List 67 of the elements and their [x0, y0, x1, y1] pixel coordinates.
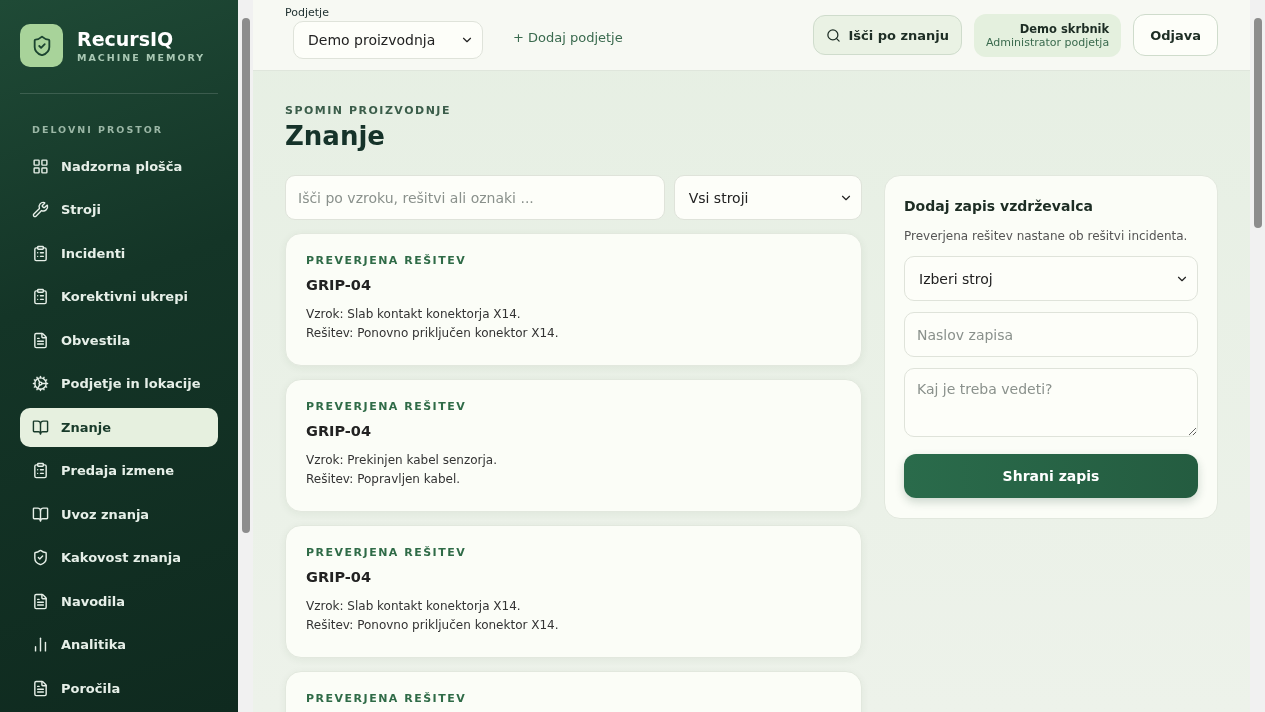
card-title: GRIP-04	[306, 569, 373, 585]
title-field[interactable]: Naslov zapisa	[904, 312, 1198, 357]
card-tag: PREVERJENA REŠITEV	[306, 254, 841, 267]
logout-button[interactable]: Odjava	[1133, 14, 1218, 56]
form-title: Dodaj zapis vzdrževalca	[904, 198, 1094, 214]
search-button[interactable]: Išči po znanju	[813, 15, 963, 55]
clipboard-icon	[32, 288, 49, 306]
nav-item[interactable]: Nadzorna plošča	[20, 147, 218, 186]
document-icon	[32, 331, 49, 349]
brand-name: RecursIQ	[77, 28, 175, 50]
add-company-link[interactable]: + Dodaj podjetje	[513, 29, 623, 45]
nav-item[interactable]: Podjetje in lokacije	[20, 364, 218, 404]
card-solution: Rešitev: Popravljen kabel.	[306, 471, 462, 488]
nav-item[interactable]: Poročila	[20, 668, 218, 708]
card-tag: PREVERJENA REŠITEV	[306, 692, 841, 705]
card-solution: Rešitev: Ponovno priključen konektor X14.	[306, 325, 560, 342]
gear-icon	[32, 375, 49, 393]
bar-chart-icon	[32, 636, 49, 654]
nav-item[interactable]: Incidenti	[20, 233, 218, 273]
company-label: Podjetje	[285, 5, 330, 19]
search-field[interactable]: Išči po vzroku, rešitvi ali oznaki ...	[285, 175, 665, 220]
page-eyebrow: SPOMIN PROIZVODNJE	[285, 104, 452, 117]
card-tag: PREVERJENA REŠITEV	[306, 546, 841, 559]
card-title: GRIP-04	[306, 423, 373, 439]
machine-filter[interactable]: Vsi stroji	[673, 175, 862, 220]
logo-icon	[20, 24, 63, 67]
user-name: Demo skrbnik	[1019, 21, 1110, 36]
nav-item[interactable]: Kakovost znanja	[20, 538, 218, 578]
nav-item[interactable]: Uvoz znanja	[20, 494, 218, 534]
document-icon	[32, 679, 49, 697]
knowledge-card[interactable]: PREVERJENA REŠITEV GRIP-04 Vzrok: Prekinjen kabel senzorja. Rešitev: Popravljen kabel.	[285, 379, 862, 512]
clipboard-icon	[32, 244, 49, 262]
form-hint: Preverjena rešitev nastane ob rešitvi incidenta.	[904, 229, 1189, 243]
card-cause: Vzrok: Prekinjen kabel senzorja.	[306, 452, 498, 469]
book-icon	[32, 418, 49, 436]
brand-tagline: MACHINE MEMORY	[77, 52, 206, 63]
grid-icon	[32, 158, 49, 175]
nav-item[interactable]: Stroji	[20, 190, 218, 230]
company-select[interactable]: Demo proizvodnja	[293, 20, 483, 59]
nav-item[interactable]: Znanje	[20, 407, 218, 447]
knowledge-card[interactable]: PREVERJENA REŠITEV	[285, 671, 862, 712]
nav-item[interactable]: Obvestila	[20, 320, 218, 360]
scrollbar[interactable]	[238, 0, 253, 712]
clipboard-icon	[32, 462, 49, 480]
shield-icon	[32, 549, 49, 567]
card-solution: Rešitev: Ponovno priključen konektor X14.	[306, 617, 560, 634]
wrench-icon	[32, 201, 49, 219]
book-icon	[32, 505, 49, 523]
nav-item[interactable]: Korektivni ukrepi	[20, 277, 218, 317]
scrollbar[interactable]	[1250, 0, 1265, 712]
search-icon	[826, 27, 842, 43]
knowledge-card[interactable]: PREVERJENA REŠITEV GRIP-04 Vzrok: Slab kontakt konektorja X14. Rešitev: Ponovno priključen konektor X14.	[285, 233, 862, 366]
nav-item[interactable]: Analitika	[20, 625, 218, 665]
card-cause: Vzrok: Slab kontakt konektorja X14.	[306, 598, 522, 615]
card-cause: Vzrok: Slab kontakt konektorja X14.	[306, 306, 522, 323]
user-role: Administrator podjetja	[986, 35, 1110, 49]
card-title: GRIP-04	[306, 277, 373, 293]
document-icon	[32, 592, 49, 610]
nav-item[interactable]: Navodila	[20, 581, 218, 621]
knowledge-card[interactable]: PREVERJENA REŠITEV GRIP-04 Vzrok: Slab kontakt konektorja X14. Rešitev: Ponovno priključen konektor X14.	[285, 525, 862, 658]
save-button[interactable]: Shrani zapis	[904, 454, 1198, 498]
note-field[interactable]: Kaj je treba vedeti?	[904, 368, 1198, 437]
section-heading: DELOVNI PROSTOR	[32, 124, 165, 135]
nav-item[interactable]: Predaja izmene	[20, 451, 218, 491]
page-title: Znanje	[285, 121, 386, 151]
card-tag: PREVERJENA REŠITEV	[306, 400, 841, 413]
machine-select[interactable]: Izberi stroj	[904, 256, 1198, 301]
